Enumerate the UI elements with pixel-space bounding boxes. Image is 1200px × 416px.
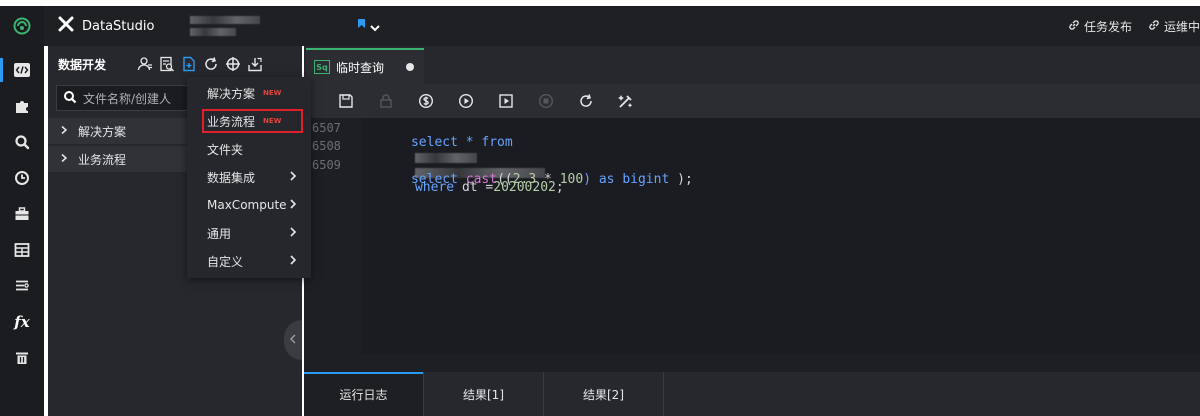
project-selector[interactable] — [190, 16, 260, 36]
publish-link[interactable]: 任务发布 — [1068, 18, 1132, 35]
code-editor[interactable]: 6507 6508 6509 select * from where dt =2… — [304, 118, 1194, 354]
menu-item-general[interactable]: 通用 — [187, 219, 311, 247]
locate-icon[interactable] — [222, 53, 244, 75]
search-icon — [63, 90, 77, 107]
table-icon[interactable] — [0, 238, 44, 262]
search-file-icon[interactable] — [156, 53, 178, 75]
top-bar: DataStudio 任务发布 运维中 — [0, 6, 1200, 46]
run-icon[interactable] — [446, 84, 486, 118]
code-text: select cast((2.3 * 100) as bigint ); — [410, 172, 693, 187]
highlight-annotation — [202, 109, 303, 133]
menu-item-label: MaxCompute — [207, 198, 287, 212]
chevron-right-icon — [289, 198, 297, 213]
panel-title: 数据开发 — [58, 57, 107, 72]
line-number: 6507 — [312, 121, 341, 135]
run-with-params-icon[interactable] — [486, 84, 526, 118]
menu-item-label: 文件夹 — [207, 142, 244, 157]
app-title[interactable]: DataStudio — [44, 6, 180, 46]
reload-icon[interactable] — [566, 84, 606, 118]
menu-item-folder[interactable]: 文件夹 — [187, 135, 311, 163]
editor-area: Sq 临时查询 6507 6508 6509 select * from whe… — [304, 46, 1200, 416]
new-badge: NEW — [263, 89, 282, 97]
link-icon — [1148, 19, 1160, 34]
datastudio-icon — [58, 16, 74, 36]
line-number: 6508 — [312, 139, 341, 153]
chevron-right-icon — [289, 254, 297, 269]
ops-link[interactable]: 运维中 — [1148, 18, 1200, 35]
project-dropdown[interactable] — [356, 17, 390, 40]
stop-icon[interactable] — [526, 84, 566, 118]
tree-item-label: 解决方案 — [78, 124, 127, 139]
editor-tabbar: Sq 临时查询 — [304, 46, 1200, 84]
editor-toolbar — [304, 84, 1200, 118]
format-icon[interactable] — [606, 84, 646, 118]
menu-item-label: 数据集成 — [207, 170, 256, 185]
chevron-right-icon — [289, 226, 297, 241]
chevron-left-icon — [290, 333, 296, 347]
menu-item-maxcompute[interactable]: MaxCompute — [187, 191, 311, 219]
search-placeholder: 文件名称/创建人 — [83, 91, 172, 106]
line-number: 6509 — [312, 158, 341, 172]
editor-minimap[interactable] — [1194, 118, 1200, 354]
menu-item-label: 通用 — [207, 226, 232, 241]
tab-temp-query[interactable]: Sq 临时查询 — [306, 48, 424, 84]
link-icon — [1068, 19, 1080, 34]
person-icon[interactable] — [134, 53, 156, 75]
chevron-right-icon — [60, 124, 68, 138]
ops-link-label: 运维中 — [1163, 19, 1200, 34]
line-gutter — [304, 118, 362, 354]
lock-icon[interactable] — [366, 84, 406, 118]
function-icon[interactable]: fx — [0, 310, 44, 334]
unsaved-dot[interactable] — [406, 63, 415, 71]
publish-link-label: 任务发布 — [1083, 19, 1132, 34]
tab-label: 临时查询 — [336, 60, 385, 75]
code-icon[interactable] — [0, 58, 44, 82]
sql-file-icon: Sq — [314, 60, 330, 74]
tab-result-1[interactable]: 结果[1] — [424, 372, 544, 416]
import-icon[interactable] — [244, 53, 266, 75]
app-title-text: DataStudio — [82, 18, 155, 34]
menu-item-solution[interactable]: 解决方案 NEW — [187, 79, 311, 107]
logo-icon[interactable] — [0, 6, 44, 46]
refresh-icon[interactable] — [200, 53, 222, 75]
clock-icon[interactable] — [0, 166, 44, 190]
save-icon[interactable] — [326, 84, 366, 118]
tree-item-label: 业务流程 — [78, 152, 127, 167]
menu-item-custom[interactable]: 自定义 — [187, 247, 311, 275]
trash-icon[interactable] — [0, 346, 44, 370]
tab-run-log[interactable]: 运行日志 — [304, 372, 424, 416]
list-icon[interactable] — [0, 274, 44, 298]
menu-item-data-integration[interactable]: 数据集成 — [187, 163, 311, 191]
code-text: select * from — [410, 135, 513, 150]
briefcase-icon[interactable] — [0, 202, 44, 226]
menu-item-label: 自定义 — [207, 254, 244, 269]
chevron-right-icon — [289, 170, 297, 185]
chevron-down-icon — [370, 25, 380, 32]
code-line: select cast((2.3 * 100) as bigint ); — [364, 157, 693, 202]
top-right-links: 任务发布 运维中 — [1068, 6, 1200, 46]
search-icon[interactable] — [0, 130, 44, 154]
new-file-icon[interactable] — [178, 53, 200, 75]
new-file-menu: 解决方案 NEW 业务流程 NEW 文件夹 数据集成 MaxCompute 通用… — [187, 77, 311, 278]
puzzle-icon[interactable] — [0, 94, 44, 118]
tab-result-2[interactable]: 结果[2] — [544, 372, 664, 416]
chevron-right-icon — [60, 152, 68, 166]
cost-estimate-icon[interactable] — [406, 84, 446, 118]
menu-item-label: 解决方案 — [207, 86, 256, 101]
file-search-input[interactable]: 文件名称/创建人 — [56, 85, 196, 111]
left-rail: fx — [0, 46, 44, 416]
bookmark-icon — [358, 19, 365, 28]
result-tabs: 运行日志 结果[1] 结果[2] — [304, 372, 1200, 416]
